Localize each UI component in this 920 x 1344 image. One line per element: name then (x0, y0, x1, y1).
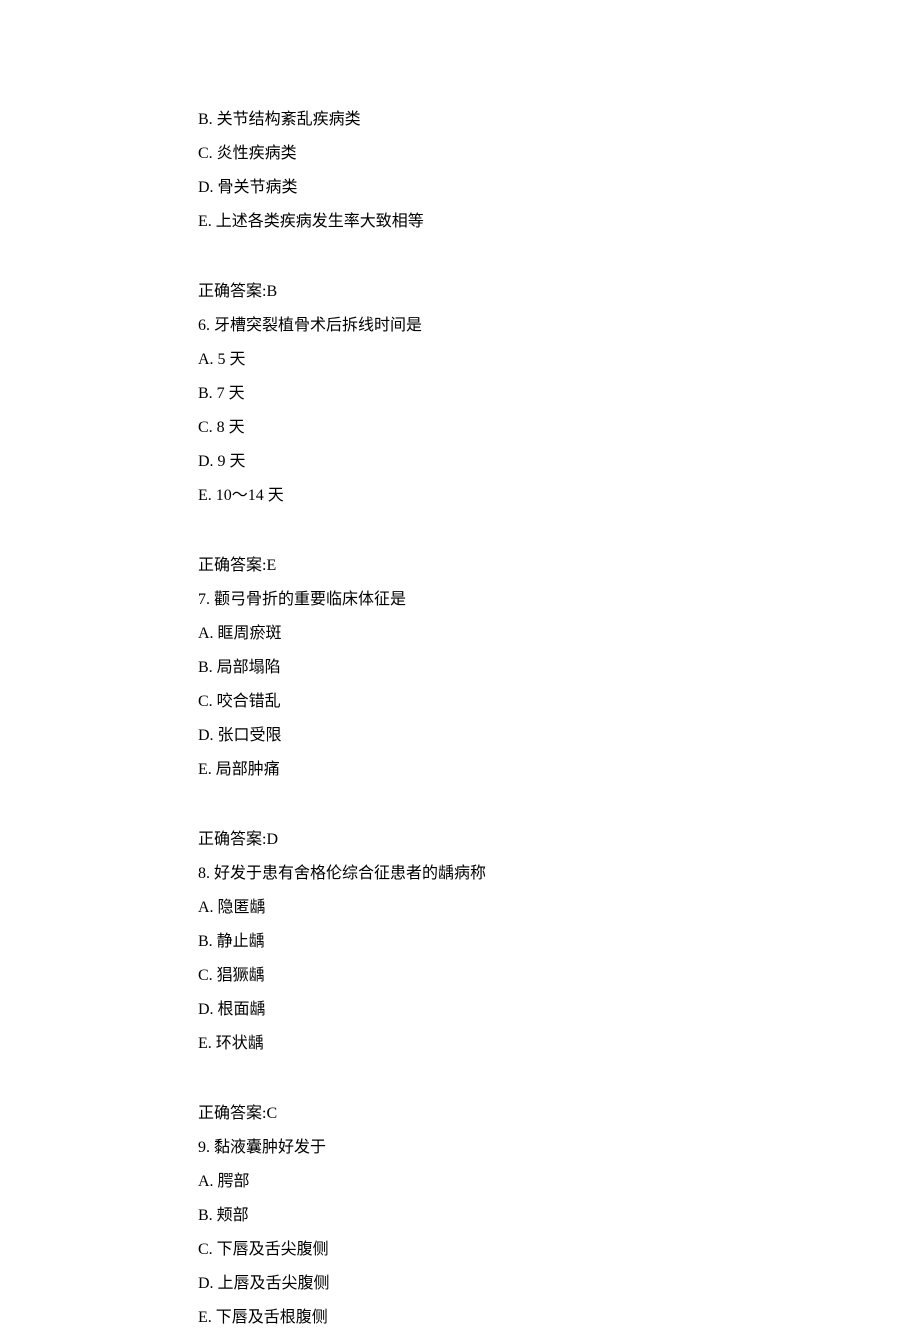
q8-option-c: C. 猖獗龋 (198, 968, 920, 984)
q5-option-b: B. 关节结构紊乱疾病类 (198, 112, 920, 128)
q5-option-e: E. 上述各类疾病发生率大致相等 (198, 214, 920, 230)
document-page: B. 关节结构紊乱疾病类 C. 炎性疾病类 D. 骨关节病类 E. 上述各类疾病… (0, 0, 920, 1326)
q7-option-e: E. 局部肿痛 (198, 762, 920, 778)
q8-option-a: A. 隐匿龋 (198, 900, 920, 916)
q5-answer: 正确答案:B (198, 284, 920, 300)
q7-option-d: D. 张口受限 (198, 728, 920, 744)
q9-option-b: B. 颊部 (198, 1208, 920, 1224)
q8-stem: 8. 好发于患有舍格伦综合征患者的龋病称 (198, 866, 920, 882)
q6-stem: 6. 牙槽突裂植骨术后拆线时间是 (198, 318, 920, 334)
q7-option-c: C. 咬合错乱 (198, 694, 920, 710)
spacer (198, 1070, 920, 1088)
q6-option-c: C. 8 天 (198, 420, 920, 436)
q6-option-e: E. 10～14 天 (198, 488, 920, 504)
q5-option-d: D. 骨关节病类 (198, 180, 920, 196)
q8-option-b: B. 静止龋 (198, 934, 920, 950)
spacer (198, 796, 920, 814)
q9-option-c: C. 下唇及舌尖腹侧 (198, 1242, 920, 1258)
q5-option-c: C. 炎性疾病类 (198, 146, 920, 162)
q9-option-e: E. 下唇及舌根腹侧 (198, 1310, 920, 1326)
q8-answer: 正确答案:C (198, 1106, 920, 1122)
q8-option-d: D. 根面龋 (198, 1002, 920, 1018)
q6-option-d: D. 9 天 (198, 454, 920, 470)
spacer (198, 248, 920, 266)
q9-stem: 9. 黏液囊肿好发于 (198, 1140, 920, 1156)
q8-option-e: E. 环状龋 (198, 1036, 920, 1052)
spacer (198, 522, 920, 540)
q6-option-a: A. 5 天 (198, 352, 920, 368)
q9-option-d: D. 上唇及舌尖腹侧 (198, 1276, 920, 1292)
q7-stem: 7. 颧弓骨折的重要临床体征是 (198, 592, 920, 608)
q7-answer: 正确答案:D (198, 832, 920, 848)
q7-option-b: B. 局部塌陷 (198, 660, 920, 676)
q9-option-a: A. 腭部 (198, 1174, 920, 1190)
q6-answer: 正确答案:E (198, 558, 920, 574)
q6-option-b: B. 7 天 (198, 386, 920, 402)
q7-option-a: A. 眶周瘀斑 (198, 626, 920, 642)
